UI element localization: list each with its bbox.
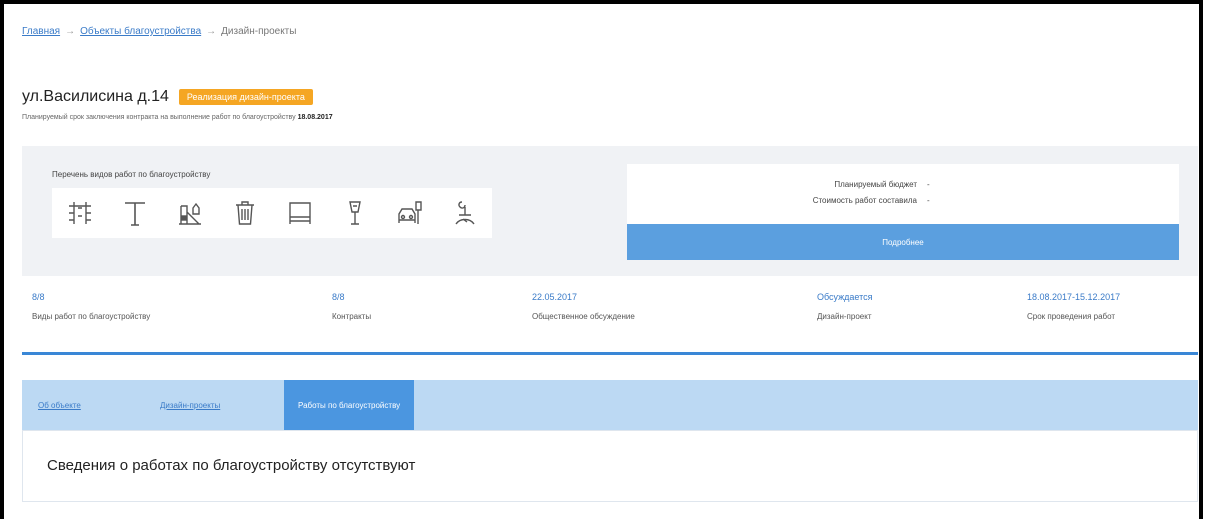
stat-value: 8/8 <box>332 292 345 302</box>
stat-value: 22.05.2017 <box>532 292 578 302</box>
stat-design-project: Обсуждается Дизайн-проект <box>817 292 873 321</box>
stat-value: Обсуждается <box>817 292 873 302</box>
planned-budget-label: Планируемый бюджет <box>834 180 917 189</box>
stat-value: 8/8 <box>32 292 45 302</box>
stat-label: Срок проведения работ <box>1027 312 1116 321</box>
work-cost-label: Стоимость работ составила <box>812 196 917 205</box>
accent-divider <box>22 352 1198 355</box>
tab-improvement-works[interactable]: Работы по благоустройству <box>284 380 415 430</box>
work-cost-value: - <box>927 196 930 205</box>
playground-icon[interactable] <box>173 195 207 231</box>
sidewalk-icon[interactable] <box>63 195 97 231</box>
tabs-bar: Об объекте Дизайн-проекты Работы по благ… <box>22 380 1198 430</box>
stat-work-period: 18.08.2017-15.12.2017 Срок проведения ра… <box>1027 292 1120 321</box>
tab-content: Сведения о работах по благоустройству от… <box>22 430 1198 502</box>
lamp-post-icon[interactable] <box>118 195 152 231</box>
details-button[interactable]: Подробнее <box>627 224 1179 260</box>
page-title: ул.Василисина д.14 <box>22 88 169 105</box>
stat-label: Виды работ по благоустройству <box>32 312 151 321</box>
plan-date: 18.08.2017 <box>297 114 333 121</box>
breadcrumb-home-link[interactable]: Главная <box>22 26 60 37</box>
works-label: Перечень видов работ по благоустройству <box>52 170 211 179</box>
stat-public-discussion: 22.05.2017 Общественное обсуждение <box>532 292 635 321</box>
parking-icon[interactable] <box>393 195 427 231</box>
title-row: ул.Василисина д.14 Реализация дизайн-про… <box>22 88 313 106</box>
trash-bin-icon[interactable] <box>228 195 262 231</box>
budget-box: Планируемый бюджет - Стоимость работ сос… <box>627 164 1179 224</box>
plan-subtitle: Планируемый срок заключения контракта на… <box>22 114 333 121</box>
stat-label: Дизайн-проект <box>817 312 872 321</box>
empty-message: Сведения о работах по благоустройству от… <box>47 457 416 474</box>
stat-work-types: 8/8 Виды работ по благоустройству <box>32 292 150 321</box>
plan-text: Планируемый срок заключения контракта на… <box>22 114 296 121</box>
breadcrumb-current: Дизайн-проекты <box>221 26 297 37</box>
breadcrumb-separator: → <box>206 26 217 37</box>
stat-contracts: 8/8 Контракты <box>332 292 371 321</box>
landscaping-icon[interactable] <box>448 195 482 231</box>
breadcrumb: Главная → Объекты благоустройства → Дизайн-п… <box>22 26 296 37</box>
works-panel: Перечень видов работ по благоустройству … <box>22 146 1198 276</box>
breadcrumb-objects-link[interactable]: Объекты благоустройства <box>80 26 201 37</box>
planned-budget-value: - <box>927 180 930 189</box>
stats-row: 8/8 Виды работ по благоустройству 8/8 Ко… <box>22 292 1198 352</box>
breadcrumb-separator: → <box>65 26 76 37</box>
stat-value: 18.08.2017-15.12.2017 <box>1027 292 1121 302</box>
street-light-icon[interactable] <box>338 195 372 231</box>
status-badge: Реализация дизайн-проекта <box>178 89 313 105</box>
bench-icon[interactable] <box>283 195 317 231</box>
works-icons <box>52 188 492 238</box>
tab-about-object[interactable]: Об объекте <box>38 380 81 430</box>
stat-label: Общественное обсуждение <box>532 312 635 321</box>
tab-design-projects[interactable]: Дизайн-проекты <box>160 380 220 430</box>
stat-label: Контракты <box>332 312 372 321</box>
